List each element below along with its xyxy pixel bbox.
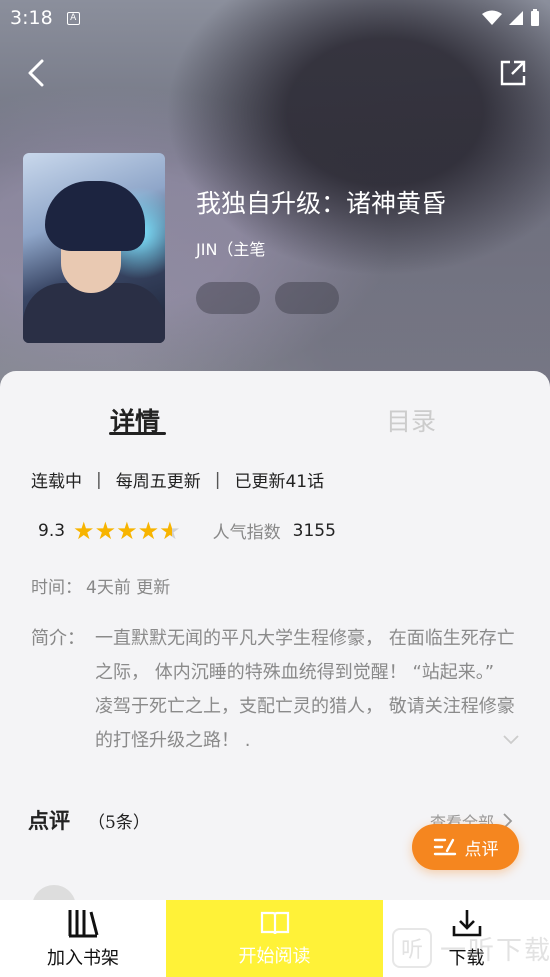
star-icon: ★ <box>116 516 138 545</box>
book-title: 我独自升级：诸神黄昏 <box>196 189 447 218</box>
battery-icon <box>531 9 539 26</box>
rating-score: 9.3 <box>38 520 66 541</box>
half-star-icon: ★ <box>159 516 181 545</box>
popularity-label: 人气指数 <box>212 523 281 543</box>
popularity-value: 3155 <box>292 520 336 541</box>
add-to-shelf-label: 加入书架 <box>47 947 119 969</box>
time-label: 时间： <box>31 578 82 598</box>
reviews-count: （5条） <box>88 813 150 833</box>
reviews-title: 点评 <box>28 808 70 833</box>
book-cover[interactable] <box>23 153 165 343</box>
watermark-text: 一听下载 <box>440 935 550 966</box>
update-schedule: 每周五更新 <box>115 472 201 492</box>
rating-stars: ★ ★ ★ ★ ★ <box>73 519 181 543</box>
add-to-shelf-button[interactable]: 加入书架 <box>0 900 166 977</box>
tab-active-indicator <box>109 432 166 435</box>
star-icon: ★ <box>94 516 117 545</box>
meta-separator: | <box>96 469 102 490</box>
star-icon: ★ <box>73 516 95 545</box>
share-icon[interactable] <box>498 58 528 88</box>
book-author: JIN（主笔 <box>196 240 266 259</box>
edit-lines-icon <box>433 838 456 856</box>
genre-tag-1[interactable] <box>196 282 260 314</box>
genre-tag-2[interactable] <box>275 282 339 314</box>
open-book-icon <box>260 911 289 934</box>
bookshelf-icon <box>68 909 99 937</box>
episode-count: 已更新41话 <box>234 472 325 492</box>
meta-separator: | <box>214 469 221 490</box>
status-icons <box>482 9 540 27</box>
serial-meta: 连载中 | 每周五更新 | 已更新41话 <box>31 467 325 493</box>
time-value: 4天前 更新 <box>86 578 171 598</box>
status-time: 3:18 <box>10 7 53 29</box>
signal-icon <box>509 11 523 25</box>
start-reading-button[interactable]: 开始阅读 <box>166 900 383 977</box>
back-arrow-icon[interactable] <box>20 56 54 90</box>
notification-a-icon: A <box>66 11 80 25</box>
watermark-logo-icon: 听 <box>392 928 432 968</box>
watermark: 听 一听下载 <box>392 928 550 968</box>
intro-text: 一直默默无闻的平凡大学生程修豪， 在面临生死存亡之际， 体内沉睡的特殊血统得到觉… <box>95 628 515 751</box>
start-reading-label: 开始阅读 <box>238 945 311 967</box>
cover-figure-hair <box>45 181 145 251</box>
write-review-button[interactable]: 点评 <box>412 824 519 870</box>
wifi-icon <box>482 10 502 25</box>
chevron-down-icon[interactable] <box>502 730 520 748</box>
status-bar: 3:18 A <box>0 0 550 36</box>
intro-label: 简介： <box>31 628 85 649</box>
tab-toc[interactable]: 目录 <box>386 402 436 438</box>
rating-row: 9.3 ★ ★ ★ ★ ★ 人气指数 3155 <box>38 518 336 544</box>
star-icon: ★ <box>137 516 160 545</box>
write-review-label: 点评 <box>464 839 499 860</box>
serial-status: 连载中 <box>31 472 82 492</box>
update-time: 时间： 4天前 更新 <box>31 573 170 598</box>
